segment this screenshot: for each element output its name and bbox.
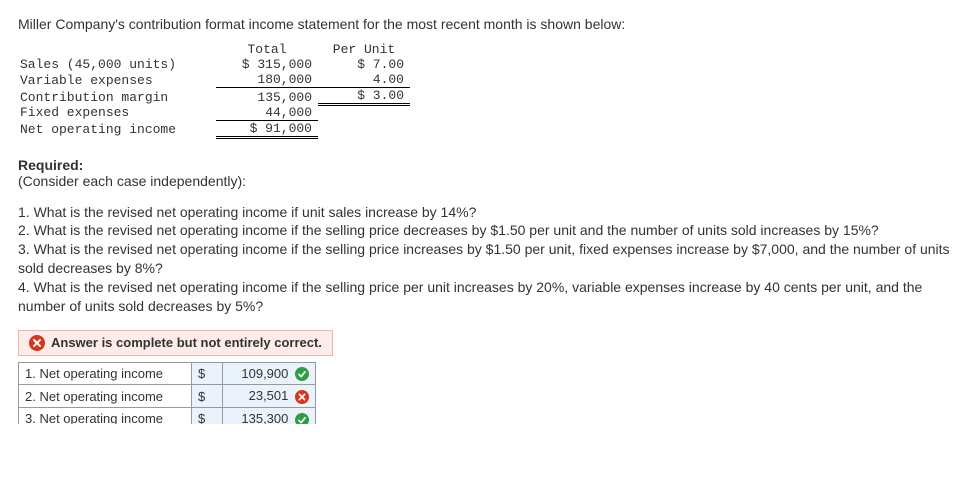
answer-2-currency[interactable]: $ [192, 385, 223, 408]
answer-3-label: 3. Net operating income [19, 407, 192, 423]
answer-1-currency[interactable]: $ [192, 362, 223, 385]
question-4: 4. What is the revised net operating inc… [18, 278, 952, 316]
row-varexp-unit: 4.00 [318, 72, 410, 88]
answer-3-currency[interactable]: $ [192, 407, 223, 423]
error-icon [29, 335, 45, 351]
row-fixed-label: Fixed expenses [18, 105, 216, 121]
answer-1-label: 1. Net operating income [19, 362, 192, 385]
answer-3-value[interactable]: 135,300 [223, 407, 316, 423]
feedback-text: Answer is complete but not entirely corr… [51, 335, 322, 350]
question-1: 1. What is the revised net operating inc… [18, 203, 952, 222]
row-sales-total: $ 315,000 [216, 57, 318, 72]
row-cm-unit: $ 3.00 [318, 88, 410, 105]
row-sales-unit: $ 7.00 [318, 57, 410, 72]
check-icon [295, 367, 309, 381]
row-cm-total: 135,000 [216, 88, 318, 105]
row-varexp-total: 180,000 [216, 72, 318, 88]
intro-text: Miller Company's contribution format inc… [18, 16, 952, 32]
answers-table: 1. Net operating income $ 109,900 2. Net… [18, 362, 316, 424]
row-varexp-label: Variable expenses [18, 72, 216, 88]
question-3: 3. What is the revised net operating inc… [18, 240, 952, 278]
table-row: 1. Net operating income $ 109,900 [19, 362, 316, 385]
income-statement-table: Total Per Unit Sales (45,000 units) $ 31… [18, 42, 410, 139]
check-icon [295, 413, 309, 424]
row-fixed-total: 44,000 [216, 105, 318, 121]
row-sales-label: Sales (45,000 units) [18, 57, 216, 72]
answer-2-label: 2. Net operating income [19, 385, 192, 408]
row-cm-label: Contribution margin [18, 88, 216, 105]
answer-2-value[interactable]: 23,501 [223, 385, 316, 408]
table-row: 2. Net operating income $ 23,501 [19, 385, 316, 408]
col-header-total: Total [216, 42, 318, 57]
col-header-per-unit: Per Unit [318, 42, 410, 57]
row-noi-label: Net operating income [18, 120, 216, 137]
required-label: Required: [18, 157, 952, 173]
questions-block: 1. What is the revised net operating inc… [18, 203, 952, 316]
question-2: 2. What is the revised net operating inc… [18, 221, 952, 240]
error-icon [295, 390, 309, 404]
row-noi-total: $ 91,000 [216, 120, 318, 137]
consider-text: (Consider each case independently): [18, 173, 952, 189]
answer-1-value[interactable]: 109,900 [223, 362, 316, 385]
feedback-banner: Answer is complete but not entirely corr… [18, 330, 333, 356]
table-row: 3. Net operating income $ 135,300 [19, 407, 316, 423]
